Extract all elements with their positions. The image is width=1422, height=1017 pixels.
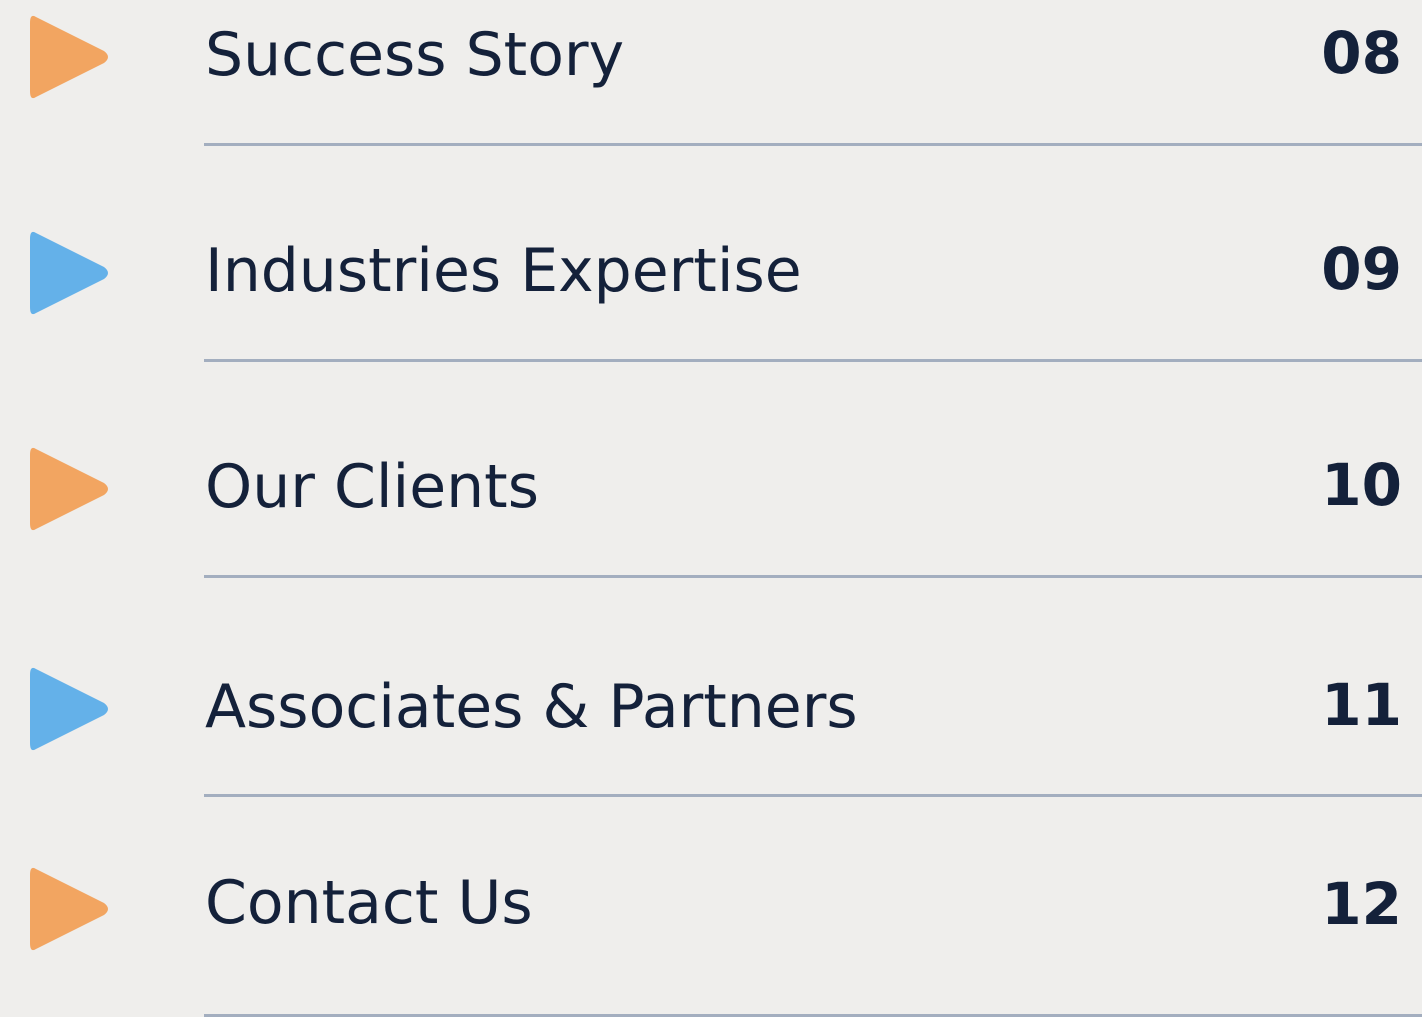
divider (204, 359, 1422, 362)
toc-item-label[interactable]: Contact Us (205, 873, 533, 933)
toc-item-label[interactable]: Industries Expertise (205, 241, 802, 301)
play-arrow-icon (30, 447, 108, 531)
divider (204, 575, 1422, 578)
toc-item-label[interactable]: Success Story (205, 25, 624, 85)
toc-item-label[interactable]: Our Clients (205, 457, 539, 517)
divider (204, 794, 1422, 797)
play-arrow-icon (30, 667, 108, 751)
divider (204, 143, 1422, 146)
toc-page-number: 09 (1321, 235, 1402, 303)
toc-page-number: 10 (1321, 451, 1402, 519)
toc-item-label[interactable]: Associates & Partners (205, 677, 858, 737)
toc-page-number: 11 (1321, 671, 1402, 739)
play-arrow-icon (30, 15, 108, 99)
toc-page-number: 08 (1321, 19, 1402, 87)
play-arrow-icon (30, 231, 108, 315)
play-arrow-icon (30, 867, 108, 951)
toc-page-number: 12 (1321, 870, 1402, 938)
